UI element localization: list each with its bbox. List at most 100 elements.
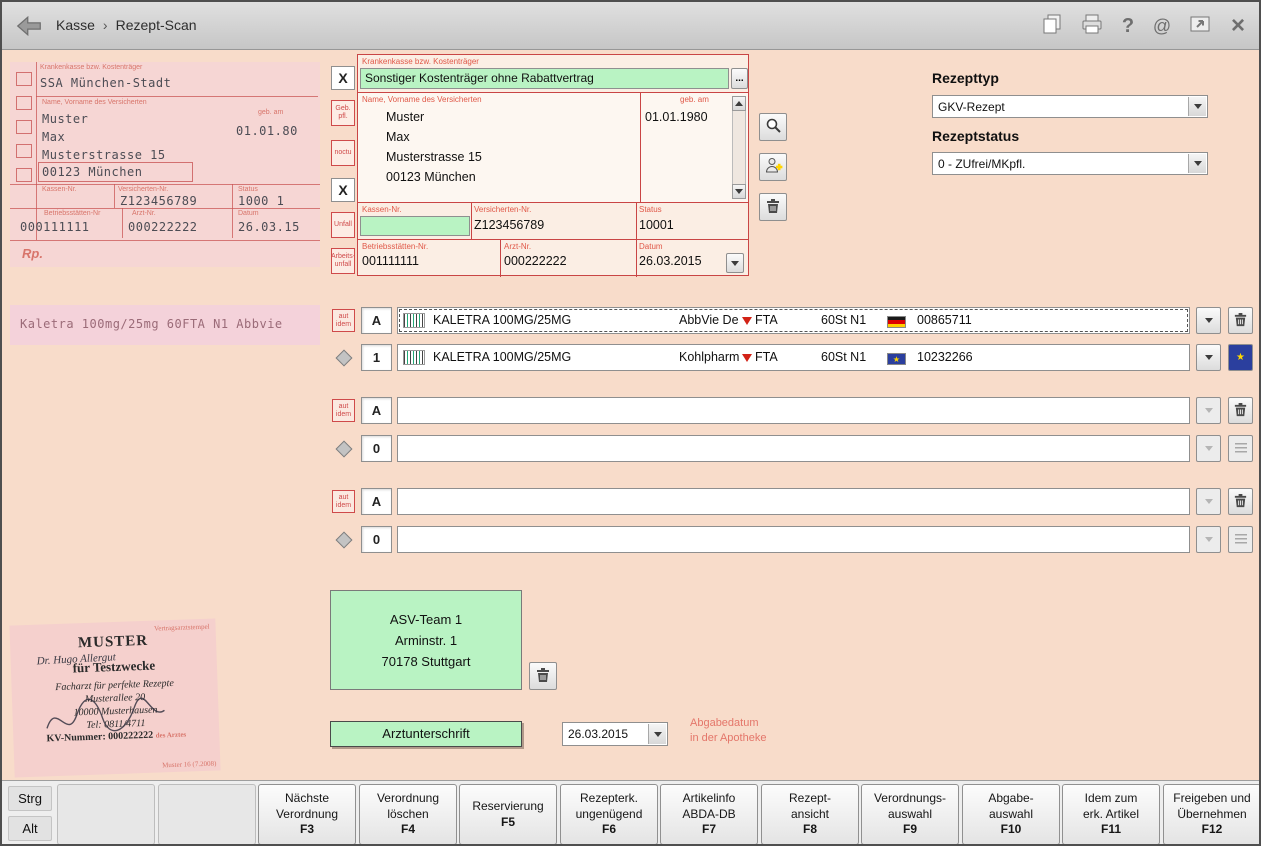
fkey-f10-button[interactable]: Abgabe-auswahlF10 <box>962 784 1060 845</box>
scroll-up-button[interactable] <box>732 96 746 111</box>
germany-flag-icon <box>887 316 906 328</box>
sonstige-checkbox[interactable]: X <box>331 178 355 202</box>
scan-versicherten: Z123456789 <box>120 194 197 208</box>
dropdown-arrow-icon[interactable] <box>648 724 666 744</box>
medication-delete-button[interactable] <box>1228 307 1253 334</box>
status-value[interactable]: 10001 <box>639 218 674 232</box>
rezepttyp-label: Rezepttyp <box>932 70 999 86</box>
medication-field[interactable]: KALETRA 100MG/25MG Kohlpharm FTA 60St N1… <box>397 344 1190 371</box>
arzt-value[interactable]: 000222222 <box>504 254 567 268</box>
fkey-f11-button[interactable]: Idem zumerk. ArtikelF11 <box>1062 784 1160 845</box>
arrow-up-icon <box>735 101 743 106</box>
scan-versicherten-label: Versicherten-Nr. <box>118 186 168 193</box>
medication-field[interactable]: KALETRA 100MG/25MG AbbVie De FTA 60St N1… <box>397 307 1190 334</box>
external-window-icon[interactable] <box>1186 12 1214 40</box>
row-marker: 0 <box>361 526 392 553</box>
insurer-more-button[interactable]: ... <box>731 68 748 89</box>
datum-value[interactable]: 26.03.2015 <box>639 254 702 268</box>
title-bar: Kasse›Rezept-Scan ? @ × <box>2 2 1259 50</box>
fkey-f3-button[interactable]: NächsteVerordnungF3 <box>258 784 356 845</box>
at-icon[interactable]: @ <box>1148 12 1176 40</box>
signature-scribble <box>40 692 171 741</box>
rezeptstatus-value: 0 - ZUfrei/MKpfl. <box>938 157 1025 171</box>
help-icon[interactable]: ? <box>1114 12 1142 40</box>
medication-dropdown-button[interactable] <box>1196 397 1221 424</box>
fkey-key: F6 <box>602 822 616 838</box>
strg-key[interactable]: Strg <box>8 786 52 811</box>
fkey-label: Nächste <box>285 791 329 807</box>
medication-pzn: 10232266 <box>917 345 973 370</box>
patient-geb[interactable]: 01.01.1980 <box>645 110 708 124</box>
scan-geb: 01.01.80 <box>236 124 298 138</box>
breadcrumb-kasse[interactable]: Kasse <box>56 17 95 33</box>
versicherten-value[interactable]: Z123456789 <box>474 218 544 232</box>
aut-idem-icon: autidem <box>332 399 355 422</box>
medication-dropdown-button[interactable] <box>1196 435 1221 462</box>
abgabedatum-select[interactable]: 26.03.2015 <box>562 722 668 746</box>
patient-name[interactable]: Muster <box>386 110 424 124</box>
fkey-f7-button[interactable]: ArtikelinfoABDA-DBF7 <box>660 784 758 845</box>
copy-icon[interactable] <box>1038 12 1066 40</box>
medication-dropdown-button[interactable] <box>1196 488 1221 515</box>
dropdown-arrow-icon[interactable] <box>1188 97 1206 116</box>
delete-patient-button[interactable] <box>759 193 787 221</box>
kassen-input[interactable] <box>360 216 470 236</box>
arztunterschrift-button[interactable]: Arztunterschrift <box>330 721 522 747</box>
medication-form: FTA <box>755 308 778 333</box>
scroll-down-button[interactable] <box>732 184 746 199</box>
fkey-f9-button[interactable]: Verordnungs-auswahlF9 <box>861 784 959 845</box>
rezepttyp-select[interactable]: GKV-Rezept <box>932 95 1208 118</box>
fkey-label: Idem zum <box>1085 791 1138 807</box>
arbeitsunfall-flag: Arbeits-unfall <box>331 248 355 274</box>
patient-vorname[interactable]: Max <box>386 130 410 144</box>
medication-vendor: AbbVie De <box>679 308 739 333</box>
fkey-label: Rezept- <box>789 791 831 807</box>
search-patient-button[interactable] <box>759 113 787 141</box>
dropdown-arrow-icon[interactable] <box>1188 154 1206 173</box>
gebuehrfrei-checkbox[interactable]: X <box>331 66 355 90</box>
print-icon[interactable] <box>1078 12 1106 40</box>
row-marker: A <box>361 397 392 424</box>
gebpfl-flag: Geb.pfl. <box>331 100 355 126</box>
medication-field-empty[interactable] <box>397 526 1190 553</box>
alt-key[interactable]: Alt <box>8 816 52 841</box>
flag-label: Geb. <box>335 105 350 113</box>
back-button[interactable] <box>14 11 44 41</box>
fkey-f4-button[interactable]: VerordnunglöschenF4 <box>359 784 457 845</box>
fkey-f6-button[interactable]: Rezepterk.ungenügendF6 <box>560 784 658 845</box>
fkey-label: Artikelinfo <box>683 791 736 807</box>
aut-idem-text: idem <box>336 321 351 328</box>
asv-team-box[interactable]: ASV-Team 1 Arminstr. 1 70178 Stuttgart <box>330 590 522 690</box>
fkey-f5-button[interactable]: ReservierungF5 <box>459 784 557 845</box>
rezeptstatus-select[interactable]: 0 - ZUfrei/MKpfl. <box>932 152 1208 175</box>
close-icon[interactable]: × <box>1224 12 1252 40</box>
datum-dropdown-button[interactable] <box>726 253 744 273</box>
fkey-key: F4 <box>401 822 415 838</box>
medication-delete-button[interactable] <box>1228 397 1253 424</box>
medication-dropdown-button[interactable] <box>1196 307 1221 334</box>
flag-label: Unfall <box>334 221 352 229</box>
medication-field-empty[interactable] <box>397 488 1190 515</box>
medication-list-button[interactable] <box>1228 526 1253 553</box>
medication-dropdown-button[interactable] <box>1196 344 1221 371</box>
medication-delete-button[interactable] <box>1228 488 1253 515</box>
scan-checkbox <box>16 72 32 86</box>
medication-dropdown-button[interactable] <box>1196 526 1221 553</box>
asv-delete-button[interactable] <box>529 662 557 690</box>
add-patient-button[interactable] <box>759 153 787 181</box>
kassen-label: Kassen-Nr. <box>362 205 402 214</box>
fkey-label: löschen <box>387 807 428 823</box>
medication-field-empty[interactable] <box>397 435 1190 462</box>
fkey-key: F12 <box>1202 822 1223 838</box>
betriebs-value[interactable]: 001111111 <box>362 254 419 268</box>
medication-field-empty[interactable] <box>397 397 1190 424</box>
patient-street[interactable]: Musterstrasse 15 <box>386 150 482 164</box>
fkey-f12-button[interactable]: Freigeben undÜbernehmenF12 <box>1163 784 1261 845</box>
insurer-input[interactable]: Sonstiger Kostenträger ohne Rabattvertra… <box>360 68 729 89</box>
asv-line2: Arminstr. 1 <box>331 630 521 651</box>
fkey-key: F9 <box>903 822 917 838</box>
import-eu-flag-button[interactable]: ★ <box>1228 344 1253 371</box>
medication-list-button[interactable] <box>1228 435 1253 462</box>
patient-city[interactable]: 00123 München <box>386 170 476 184</box>
fkey-f8-button[interactable]: Rezept-ansichtF8 <box>761 784 859 845</box>
